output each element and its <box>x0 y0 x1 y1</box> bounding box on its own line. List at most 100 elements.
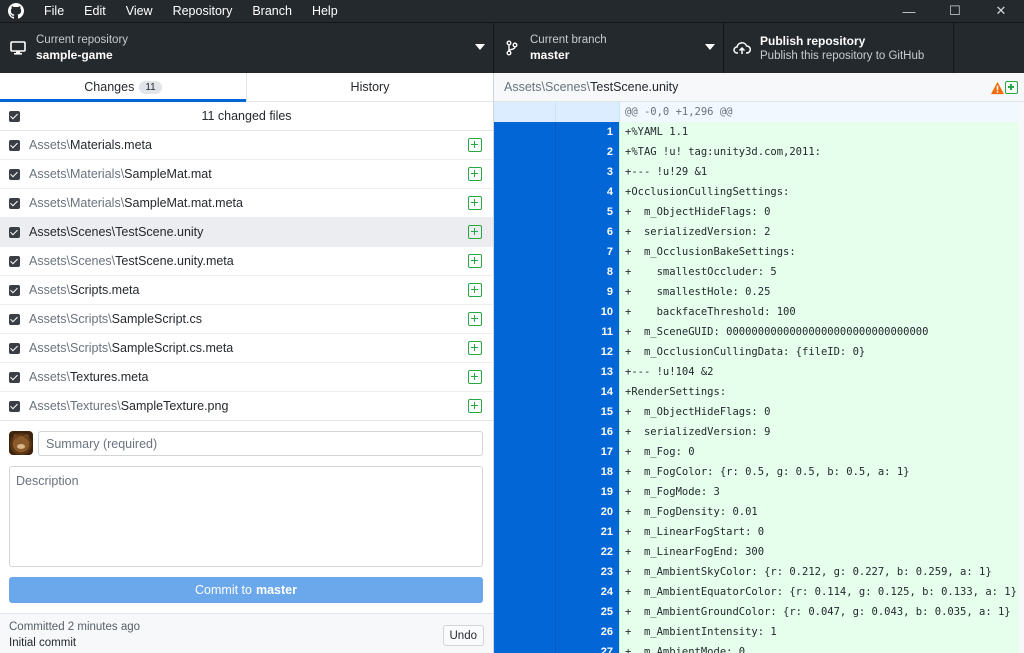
file-checkbox[interactable] <box>9 139 20 151</box>
changes-count-badge: 11 <box>139 80 162 94</box>
file-row[interactable]: Assets\Scripts\SampleScript.cs <box>0 305 493 334</box>
line-number[interactable]: 9 <box>556 282 619 302</box>
line-number[interactable]: 5 <box>556 202 619 222</box>
file-dir: Assets\Scripts\ <box>29 312 112 326</box>
menu-item-help[interactable]: Help <box>302 0 348 22</box>
file-path: Assets\Textures.meta <box>29 370 149 384</box>
line-number[interactable]: 23 <box>556 562 619 582</box>
file-row[interactable]: Assets\Textures.meta <box>0 363 493 392</box>
file-checkbox[interactable] <box>9 226 20 238</box>
diff-line: 27 + m_AmbientMode: 0 <box>494 642 1018 653</box>
diff-scrollbar[interactable] <box>1018 102 1024 653</box>
file-checkbox[interactable] <box>9 342 20 354</box>
menu-item-edit[interactable]: Edit <box>74 0 116 22</box>
diff-viewer: Assets\Scenes\ TestScene.unity @@ -0,0 +1… <box>494 73 1024 653</box>
chevron-down-icon <box>705 44 715 50</box>
undo-button[interactable]: Undo <box>442 625 484 646</box>
line-number[interactable]: 26 <box>556 622 619 642</box>
changes-sidebar: Changes 11 History 11 changed files Asse… <box>0 73 494 653</box>
file-checkbox[interactable] <box>9 197 20 209</box>
line-number[interactable]: 19 <box>556 482 619 502</box>
file-checkbox[interactable] <box>9 255 20 267</box>
line-code: + m_AmbientGroundColor: {r: 0.047, g: 0.… <box>619 602 1018 622</box>
commit-form: Commit tomaster Committed 2 minutes ago … <box>0 420 493 653</box>
hunk-header: @@ -0,0 +1,296 @@ <box>494 102 1018 122</box>
file-checkbox[interactable] <box>9 284 20 296</box>
file-dir: Assets\Textures\ <box>29 399 121 413</box>
line-number[interactable]: 18 <box>556 462 619 482</box>
line-code: + smallestOccluder: 5 <box>619 262 1018 282</box>
line-number[interactable]: 3 <box>556 162 619 182</box>
line-number[interactable]: 13 <box>556 362 619 382</box>
description-input[interactable] <box>9 466 483 567</box>
commit-button-label: Commit to <box>195 583 252 597</box>
commit-button-branch: master <box>255 583 297 597</box>
file-row[interactable]: Assets\Scenes\TestScene.unity <box>0 218 493 247</box>
line-code: + m_AmbientIntensity: 1 <box>619 622 1018 642</box>
file-row[interactable]: Assets\Materials\SampleMat.mat.meta <box>0 189 493 218</box>
line-number[interactable]: 27 <box>556 642 619 653</box>
file-row[interactable]: Assets\Materials\SampleMat.mat <box>0 160 493 189</box>
line-code: +%TAG !u! tag:unity3d.com,2011: <box>619 142 1018 162</box>
diff-line: 10 + backfaceThreshold: 100 <box>494 302 1018 322</box>
file-row[interactable]: Assets\Materials.meta <box>0 131 493 160</box>
diff-line: 18 + m_FogColor: {r: 0.5, g: 0.5, b: 0.5,… <box>494 462 1018 482</box>
line-number[interactable]: 2 <box>556 142 619 162</box>
line-number[interactable]: 21 <box>556 522 619 542</box>
line-number[interactable]: 1 <box>556 122 619 142</box>
maximize-button[interactable]: ☐ <box>932 0 978 22</box>
file-row[interactable]: Assets\Scripts\SampleScript.cs.meta <box>0 334 493 363</box>
commit-button[interactable]: Commit to master <box>9 577 483 603</box>
diff-line: 20 + m_FogDensity: 0.01 <box>494 502 1018 522</box>
window-controls: — ☐ ✕ <box>886 0 1024 22</box>
menu-item-view[interactable]: View <box>116 0 163 22</box>
menu-item-repository[interactable]: Repository <box>163 0 243 22</box>
line-code: + serializedVersion: 9 <box>619 422 1018 442</box>
line-number[interactable]: 20 <box>556 502 619 522</box>
menu-item-branch[interactable]: Branch <box>242 0 302 22</box>
publish-repository-button[interactable]: Publish repository Publish this reposito… <box>724 23 954 73</box>
line-number[interactable]: 7 <box>556 242 619 262</box>
tab-changes[interactable]: Changes 11 <box>0 73 246 102</box>
file-checkbox[interactable] <box>9 400 20 412</box>
close-button[interactable]: ✕ <box>978 0 1024 22</box>
menu-item-file[interactable]: File <box>32 0 74 22</box>
line-number[interactable]: 10 <box>556 302 619 322</box>
line-number[interactable]: 8 <box>556 262 619 282</box>
line-number[interactable]: 12 <box>556 342 619 362</box>
line-number[interactable]: 17 <box>556 442 619 462</box>
line-number[interactable]: 14 <box>556 382 619 402</box>
line-number[interactable]: 16 <box>556 422 619 442</box>
old-line-gutter <box>494 242 556 262</box>
file-checkbox[interactable] <box>9 168 20 180</box>
line-number[interactable]: 24 <box>556 582 619 602</box>
file-checkbox[interactable] <box>9 371 20 383</box>
line-number[interactable]: 4 <box>556 182 619 202</box>
old-line-gutter <box>494 542 556 562</box>
line-number[interactable]: 15 <box>556 402 619 422</box>
line-code: +--- !u!104 &2 <box>619 362 1018 382</box>
file-row[interactable]: Assets\Textures\SampleTexture.png <box>0 392 493 421</box>
file-row[interactable]: Assets\Scenes\TestScene.unity.meta <box>0 247 493 276</box>
file-added-icon <box>468 196 482 210</box>
line-number[interactable]: 11 <box>556 322 619 342</box>
line-number[interactable]: 22 <box>556 542 619 562</box>
line-number[interactable]: 6 <box>556 222 619 242</box>
current-branch-dropdown[interactable]: Current branch master <box>494 23 724 73</box>
old-line-gutter <box>494 122 556 142</box>
diff-line: 14 +RenderSettings: <box>494 382 1018 402</box>
tab-history[interactable]: History <box>246 73 493 101</box>
file-checkbox[interactable] <box>9 313 20 325</box>
minimize-button[interactable]: — <box>886 0 932 22</box>
diff-line: 13 +--- !u!104 &2 <box>494 362 1018 382</box>
line-code: + m_ObjectHideFlags: 0 <box>619 202 1018 222</box>
old-line-gutter <box>494 362 556 382</box>
line-number[interactable]: 25 <box>556 602 619 622</box>
file-row[interactable]: Assets\Scripts.meta <box>0 276 493 305</box>
diff-line: 25 + m_AmbientGroundColor: {r: 0.047, g: … <box>494 602 1018 622</box>
summary-input[interactable] <box>38 431 483 456</box>
file-name: TestScene.unity <box>115 225 204 239</box>
diff-content[interactable]: @@ -0,0 +1,296 @@ 1 +%YAML 1.1 2 +%TAG !u! … <box>494 102 1018 653</box>
file-added-icon <box>468 312 482 326</box>
current-repository-dropdown[interactable]: Current repository sample-game <box>0 23 494 73</box>
